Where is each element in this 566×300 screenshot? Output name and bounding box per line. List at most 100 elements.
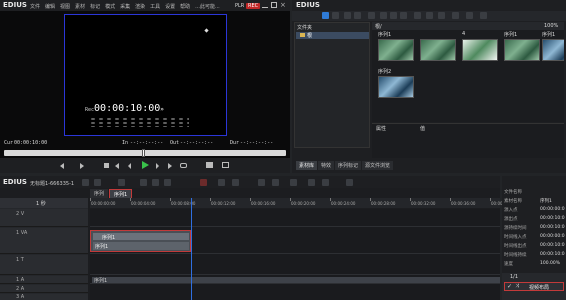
menu-item[interactable]: 采集 [120, 3, 130, 10]
scrub-handle[interactable] [142, 149, 145, 157]
scale-label[interactable]: 1 秒 [36, 200, 46, 207]
bin-item[interactable]: 序列1 [542, 31, 564, 65]
menu-item[interactable]: 视图 [60, 3, 70, 10]
track-name: 2 A [16, 286, 25, 292]
play-icon[interactable] [142, 161, 149, 169]
menu-item[interactable]: 编辑 [45, 3, 55, 10]
folder-root[interactable]: 根 [296, 32, 369, 39]
audio-clip[interactable]: 序列1 [92, 277, 500, 284]
bin-menu-icon[interactable] [480, 12, 487, 19]
undo-icon[interactable] [218, 179, 225, 186]
preview-frame[interactable]: Rec00:00:10:00» [64, 14, 227, 136]
player-window: EDIUS 文件 编辑 视图 素材 标记 模式 采集 渲染 工具 设置 帮助 ...此可能... PL… [0, 0, 290, 173]
open-icon[interactable] [368, 12, 375, 19]
bin-item[interactable]: 序列2 [378, 68, 418, 102]
marker-icon[interactable] [290, 179, 297, 186]
new-item-icon[interactable] [354, 12, 361, 19]
link-icon[interactable] [272, 179, 279, 186]
export-icon[interactable] [346, 179, 353, 186]
menu-item[interactable]: 工具 [150, 3, 160, 10]
info-value: 00:00:00:0 [540, 234, 565, 239]
info-panel: 文件名称 素材名称 序列1 源入点 00:00:00:0 源出点 00:00:10:0 源持续… [502, 176, 566, 300]
plr-tag[interactable]: PLR [233, 3, 246, 9]
track-name: 1 VA [16, 230, 28, 236]
next-marker-icon[interactable] [80, 163, 84, 169]
menu-item[interactable]: 文件 [30, 3, 40, 10]
fast-forward-icon[interactable] [168, 163, 172, 169]
bin-tabs: 素材库 特效 序列标记 源文件浏览 [292, 161, 566, 170]
sync-icon[interactable] [308, 179, 315, 186]
step-forward-icon[interactable] [156, 163, 159, 169]
bin-item-label: 序列1 [378, 32, 392, 38]
rewind-icon[interactable] [115, 163, 119, 169]
track-header[interactable]: 3 A [0, 294, 88, 300]
step-back-icon[interactable] [128, 163, 131, 169]
info-row: 源出点 00:00:10:0 [502, 215, 566, 223]
copy-icon[interactable] [390, 12, 397, 19]
tab-effects[interactable]: 特效 [318, 161, 335, 170]
sort-icon[interactable] [466, 12, 473, 19]
tab-source-browser[interactable]: 源文件浏览 [362, 161, 394, 170]
delete-icon[interactable] [426, 12, 433, 19]
value-header: 值 [420, 126, 426, 132]
cue-dur: --:--:--:-- [240, 140, 274, 146]
menu-item[interactable]: ...此可能... [195, 3, 220, 10]
track-header[interactable]: 1 T [0, 255, 88, 275]
paste-clip-icon[interactable] [164, 179, 171, 186]
menu-item[interactable]: 设置 [165, 3, 175, 10]
overwrite-icon[interactable] [222, 162, 229, 168]
search-icon[interactable] [344, 12, 351, 19]
time-ruler[interactable]: 00:00:00:00 00:00:04:00 00:00:08:00 00:00:1… [90, 198, 515, 208]
cut-icon[interactable] [380, 12, 387, 19]
add-to-timeline-icon[interactable] [414, 12, 421, 19]
bin-zoom: 100% [544, 23, 559, 29]
stop-icon[interactable] [104, 163, 109, 168]
menu-item[interactable]: 帮助 [180, 3, 190, 10]
redo-icon[interactable] [232, 179, 239, 186]
cue-row: Cur 00:00:10:00 In --:--:--:-- Out --:--… [4, 140, 288, 147]
properties-icon[interactable] [438, 12, 445, 19]
bin-item[interactable]: 序列1 [378, 31, 418, 65]
bin-item[interactable]: 4 [462, 31, 502, 65]
playhead[interactable] [191, 198, 192, 300]
timeline-clip[interactable]: 序列1 序列1 [90, 230, 191, 252]
copy-clip-icon[interactable] [152, 179, 159, 186]
rec-tag[interactable]: REC [246, 3, 261, 9]
track-header[interactable]: 1 VA [0, 228, 88, 254]
new-sequence-icon[interactable] [94, 179, 101, 186]
menu-item[interactable]: 模式 [105, 3, 115, 10]
info-value: 00:00:10:0 [540, 216, 565, 221]
menu-item[interactable]: 渲染 [135, 3, 145, 10]
folder-view-icon[interactable] [322, 12, 329, 19]
bin-item[interactable]: 序列1 [504, 31, 544, 65]
track-header[interactable]: 1 A [0, 276, 88, 284]
paste-icon[interactable] [400, 12, 407, 19]
track-header[interactable]: 2 A [0, 285, 88, 293]
loop-icon[interactable] [180, 163, 187, 168]
bin-titlebar: EDIUS [292, 0, 566, 11]
delete-clip-icon[interactable] [200, 179, 207, 186]
maximize-icon[interactable] [271, 2, 277, 8]
minimize-icon[interactable] [262, 2, 268, 8]
insert-icon[interactable] [206, 162, 213, 168]
view-mode-icon[interactable] [452, 12, 459, 19]
timeline-menu-icon[interactable] [82, 179, 89, 186]
folder-up-icon[interactable] [332, 12, 339, 19]
preview-cursor-mark [204, 28, 209, 33]
save-icon[interactable] [118, 179, 125, 186]
tab-bin[interactable]: 素材库 [296, 161, 318, 170]
close-icon[interactable]: × [280, 1, 286, 9]
render-icon[interactable] [322, 179, 329, 186]
effect-row[interactable]: ✓ ⤨ 视频布局 [504, 282, 564, 291]
scrub-bar[interactable] [4, 149, 286, 157]
bin-item[interactable] [420, 31, 460, 65]
cut-clip-icon[interactable] [140, 179, 147, 186]
bin-item-label: 4 [462, 31, 466, 37]
menu-item[interactable]: 素材 [75, 3, 85, 10]
tab-sequence-markers[interactable]: 序列标记 [335, 161, 362, 170]
snap-icon[interactable] [258, 179, 265, 186]
prev-marker-icon[interactable] [60, 163, 64, 169]
info-row: 时间线入点 00:00:00:0 [502, 233, 566, 241]
track-header[interactable]: 2 V [0, 209, 88, 227]
menu-item[interactable]: 标记 [90, 3, 100, 10]
